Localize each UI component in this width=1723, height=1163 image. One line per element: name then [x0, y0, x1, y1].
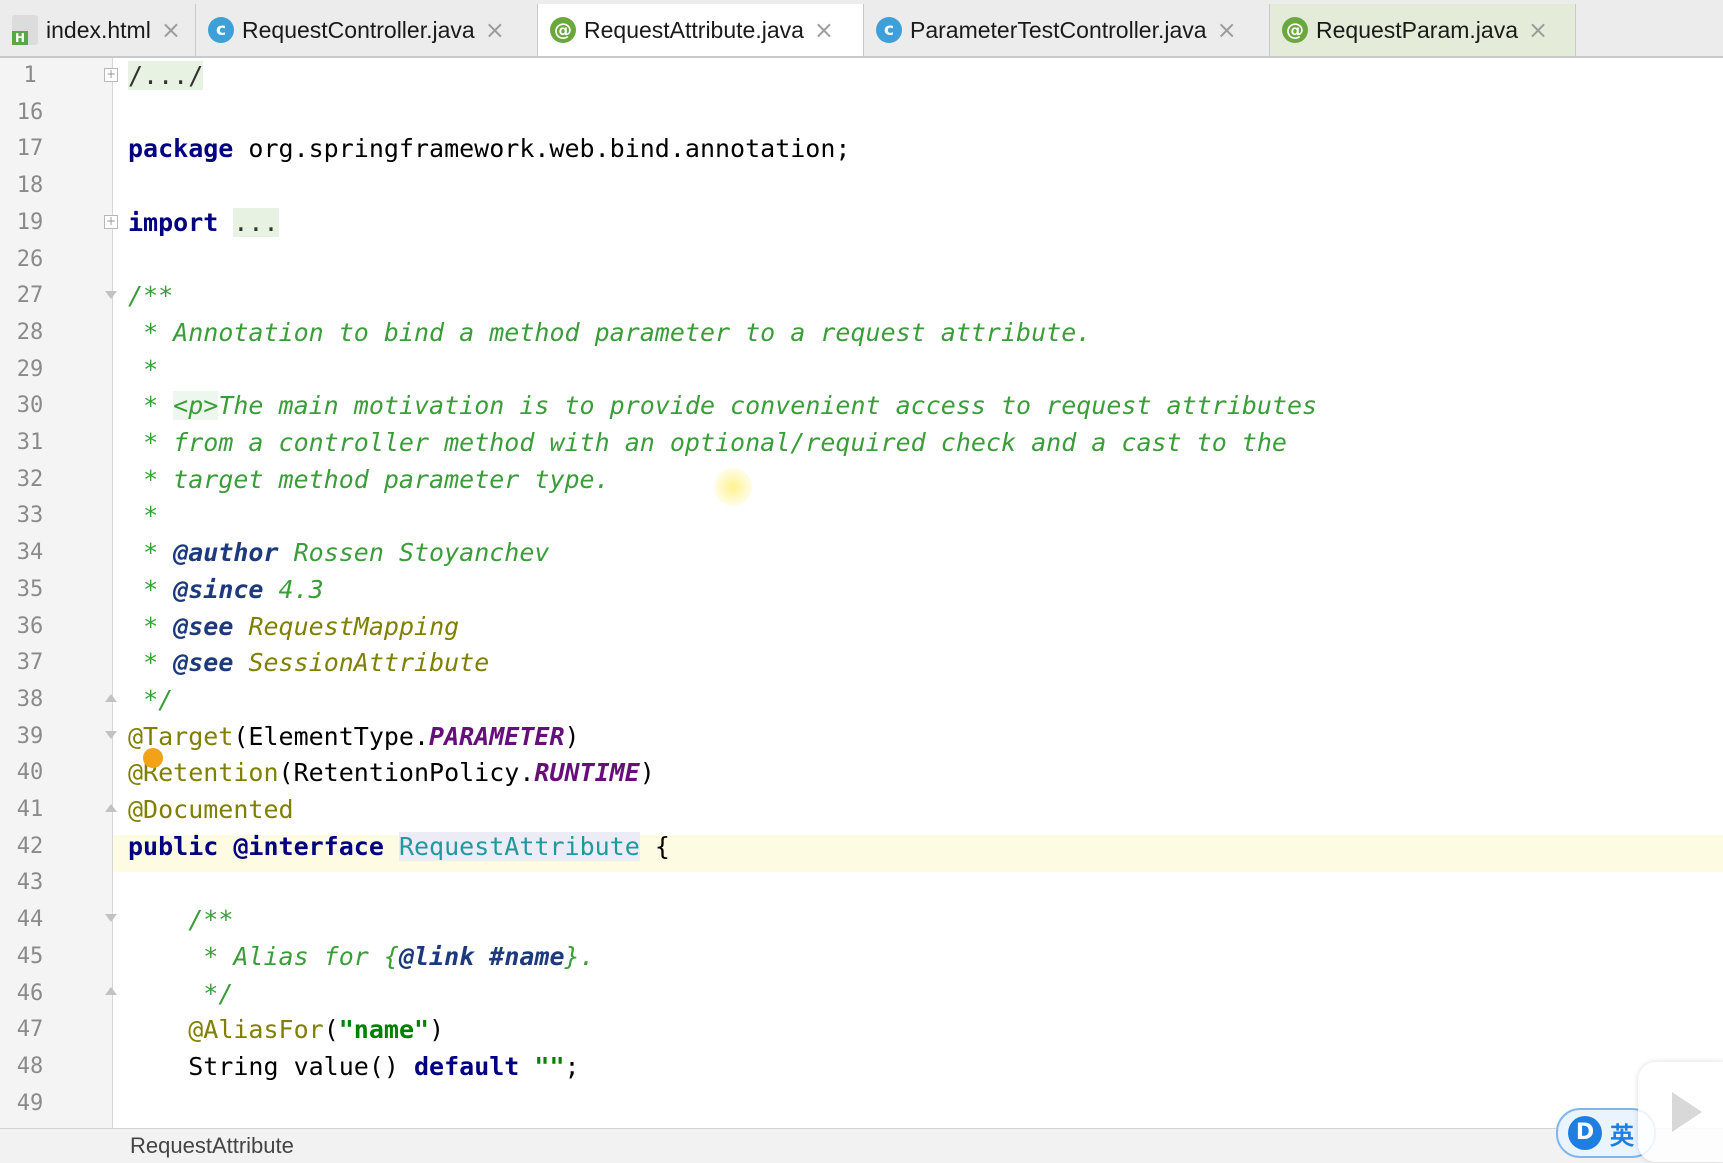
- code-line: String value() default "";: [128, 1051, 580, 1081]
- line-number: 41: [16, 797, 44, 822]
- code-line: * target method parameter type.: [143, 464, 610, 494]
- fold-end-icon[interactable]: [104, 985, 118, 999]
- class-icon: c: [876, 17, 902, 43]
- code-line: public @interface RequestAttribute {: [128, 831, 670, 861]
- code-line: */: [203, 978, 234, 1008]
- code-line: * Alias for {@link #name}.: [203, 941, 595, 971]
- line-number: 49: [16, 1090, 44, 1116]
- tab-request-attribute[interactable]: @ RequestAttribute.java ×: [538, 4, 864, 56]
- close-icon[interactable]: ×: [1528, 16, 1548, 44]
- line-number: 29: [16, 356, 44, 382]
- line-number: 43: [16, 870, 44, 896]
- cursor-highlight: [714, 468, 752, 506]
- line-number: 42: [16, 833, 44, 859]
- input-method-icon: D: [1568, 1116, 1602, 1150]
- line-number: 38: [16, 686, 44, 712]
- line-number: 37: [16, 650, 44, 676]
- close-icon[interactable]: ×: [161, 16, 181, 44]
- fold-collapse-icon[interactable]: [104, 729, 118, 743]
- code-line: /.../: [128, 61, 204, 90]
- fold-expand-icon[interactable]: +: [104, 215, 118, 229]
- editor-tab-bar: index.html × c RequestController.java × …: [0, 0, 1723, 58]
- line-number: 28: [16, 319, 44, 345]
- input-method-label: 英: [1610, 1121, 1634, 1150]
- line-number: 17: [16, 136, 44, 162]
- lightbulb-icon[interactable]: [143, 748, 163, 768]
- line-number: 16: [16, 99, 44, 125]
- code-line: * @see RequestMapping: [143, 611, 460, 641]
- line-number: 31: [16, 430, 44, 455]
- tab-request-param[interactable]: @ RequestParam.java ×: [1270, 4, 1576, 56]
- breadcrumb-bar: RequestAttribute: [0, 1128, 1723, 1163]
- line-number: 47: [16, 1017, 44, 1043]
- code-line: package org.springframework.web.bind.ann…: [128, 134, 851, 164]
- code-line: @AliasFor("name"): [188, 1015, 445, 1045]
- code-editor[interactable]: 1 16 17 18 19 26 27 28 29 30 31 32 33 34…: [0, 58, 1723, 1128]
- tab-label: RequestParam.java: [1316, 16, 1518, 43]
- line-number: 32: [16, 466, 44, 492]
- fold-collapse-icon[interactable]: [104, 289, 118, 303]
- code-line: * Annotation to bind a method parameter …: [143, 317, 1092, 347]
- html-file-icon: [12, 15, 38, 45]
- code-line: * <p>The main motivation is to provide c…: [143, 391, 1318, 421]
- close-icon[interactable]: ×: [485, 16, 505, 44]
- code-line: *: [143, 354, 159, 384]
- line-number: 45: [16, 943, 44, 969]
- close-icon[interactable]: ×: [814, 16, 834, 44]
- fold-end-icon[interactable]: [104, 692, 118, 706]
- tab-parameter-test-controller[interactable]: c ParameterTestController.java ×: [864, 4, 1270, 56]
- fold-expand-icon[interactable]: +: [104, 68, 118, 82]
- class-icon: c: [208, 17, 234, 43]
- code-line: * @since 4.3: [143, 574, 324, 604]
- line-number: 39: [16, 723, 44, 749]
- code-line: /**: [128, 281, 174, 311]
- line-number: 48: [16, 1053, 44, 1079]
- code-line: import ...: [128, 207, 279, 237]
- line-number: 27: [16, 283, 44, 309]
- play-icon[interactable]: [1638, 1062, 1723, 1162]
- line-number: 46: [16, 980, 44, 1006]
- line-number: 44: [16, 907, 44, 933]
- line-number: 18: [16, 173, 44, 199]
- close-icon[interactable]: ×: [1217, 16, 1237, 44]
- annotation-icon: @: [550, 17, 576, 43]
- fold-collapse-icon[interactable]: [104, 912, 118, 926]
- tab-label: index.html: [46, 16, 151, 43]
- fold-end-icon[interactable]: [104, 802, 118, 816]
- tab-request-controller[interactable]: c RequestController.java ×: [196, 4, 538, 56]
- line-number: 40: [16, 760, 44, 786]
- annotation-icon: @: [1282, 17, 1308, 43]
- line-number: 35: [16, 576, 44, 602]
- tab-label: RequestAttribute.java: [584, 16, 804, 43]
- line-number: 33: [16, 503, 44, 529]
- code-line: @Target(ElementType.PARAMETER): [128, 721, 580, 751]
- code-line: @Documented: [128, 795, 294, 824]
- breadcrumb[interactable]: RequestAttribute: [130, 1133, 294, 1159]
- code-line: */: [143, 684, 174, 714]
- line-number: 19: [16, 209, 44, 235]
- code-line: * from a controller method with an optio…: [143, 428, 1287, 457]
- tab-label: ParameterTestController.java: [910, 16, 1207, 43]
- line-number: 1: [23, 63, 37, 88]
- code-line: /**: [188, 905, 234, 935]
- tab-label: RequestController.java: [242, 16, 475, 43]
- code-line: *: [143, 501, 159, 531]
- tab-index-html[interactable]: index.html ×: [0, 4, 196, 56]
- line-number: 26: [16, 246, 44, 272]
- line-number: 34: [16, 540, 44, 566]
- code-line: * @see SessionAttribute: [143, 648, 490, 678]
- line-number: 30: [16, 393, 44, 419]
- line-number: 36: [16, 613, 44, 639]
- code-line: * @author Rossen Stoyanchev: [143, 538, 550, 568]
- code-line: @Retention(RetentionPolicy.RUNTIME): [128, 758, 655, 788]
